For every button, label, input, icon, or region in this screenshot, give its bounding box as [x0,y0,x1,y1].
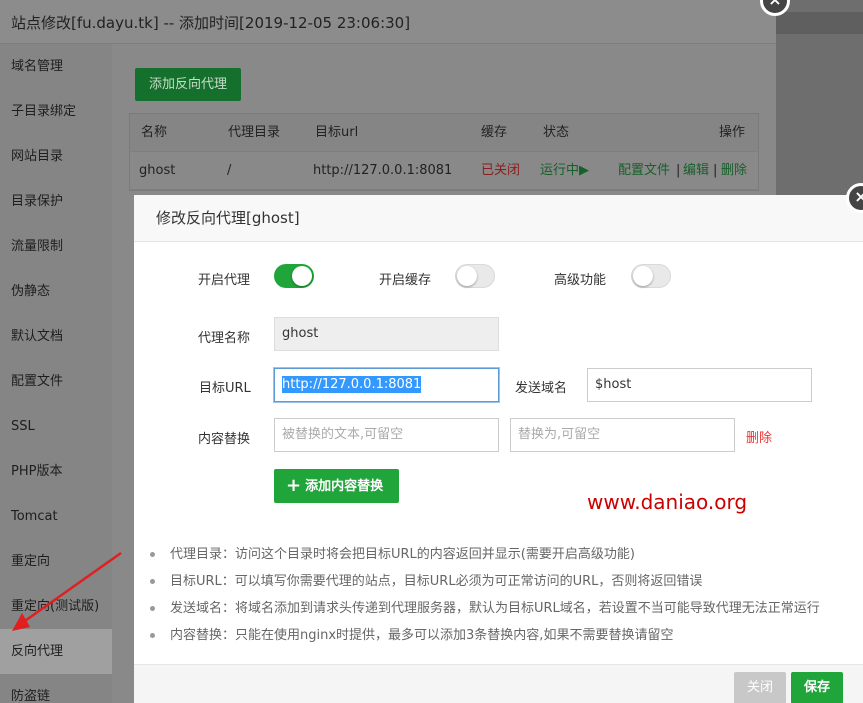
arrow-head [12,613,30,631]
annotation-arrow [12,551,122,631]
arrow-shaft [21,551,122,625]
